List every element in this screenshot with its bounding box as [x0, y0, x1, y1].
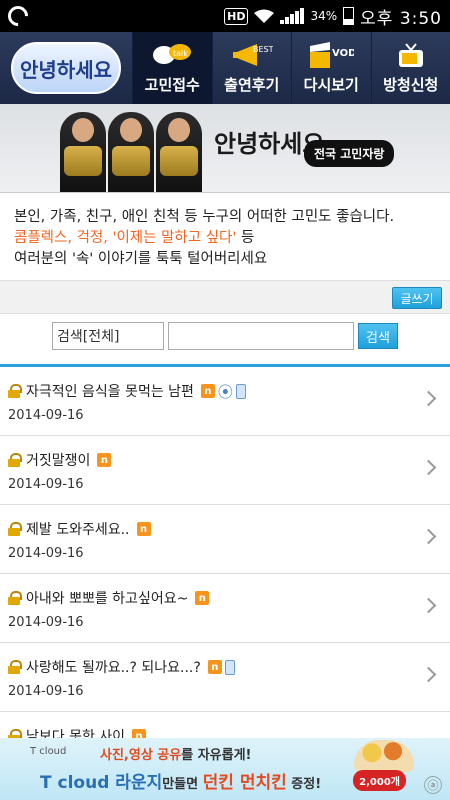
list-item[interactable]: 사랑해도 될까요..? 되나요...? n 2014-09-16 — [0, 643, 450, 712]
wifi-icon — [254, 9, 275, 23]
new-badge: n — [136, 522, 151, 536]
post-list: 자극적인 음식을 못먹는 남편 n ⦿ 2014-09-16 거짓말쟁이 n 2… — [0, 367, 450, 747]
post-title: 제발 도와주세요.. — [26, 522, 130, 538]
intro-line-2-rest: 등 — [236, 230, 255, 246]
tv-icon — [396, 42, 426, 70]
ad-headline: 사진,영상 공유를 자유롭게! — [100, 748, 252, 763]
top-nav: 안녕하세요 talk 고민접수 BEST 출연후기 VOD 다시보기 방청신청 — [0, 32, 450, 104]
post-title: 거짓말쟁이 — [26, 453, 91, 469]
svg-text:talk: talk — [173, 49, 188, 58]
ad-offer: T cloud 라운지만들면 던킨 먼치킨 증정! — [40, 773, 322, 793]
tab-audience[interactable]: 방청신청 — [370, 32, 450, 104]
megaphone-icon: BEST — [231, 42, 273, 70]
post-date: 2014-09-16 — [8, 546, 84, 561]
post-date: 2014-09-16 — [8, 408, 84, 423]
ad-banner[interactable]: T cloud 사진,영상 공유를 자유롭게! T cloud 라운지만들면 던… — [0, 738, 450, 800]
write-button[interactable]: 글쓰기 — [392, 287, 442, 309]
signal-icon — [280, 8, 305, 24]
search-input[interactable] — [168, 322, 354, 350]
intro-line-1: 본인, 가족, 친구, 애인 친척 등 누구의 어떠한 고민도 좋습니다. — [14, 209, 395, 225]
post-date: 2014-09-16 — [8, 684, 84, 699]
new-badge: n — [200, 384, 215, 398]
lock-icon — [8, 453, 22, 467]
donut-image — [354, 740, 414, 772]
new-badge: n — [207, 660, 222, 674]
status-bar: HD 34% 오후 3:50 — [0, 0, 450, 32]
tab-replay-label: 다시보기 — [303, 75, 359, 94]
tab-audience-label: 방청신청 — [383, 75, 439, 94]
post-date: 2014-09-16 — [8, 615, 84, 630]
svg-text:VOD: VOD — [332, 48, 354, 59]
tab-reviews-label: 출연후기 — [224, 75, 280, 94]
intro-line-3: 여러분의 '속' 이야기를 툭툭 털어버리세요 — [14, 251, 268, 267]
post-title: 자극적인 음식을 못먹는 남편 — [26, 384, 194, 400]
battery-icon — [343, 7, 355, 25]
logo-container[interactable]: 안녕하세요 — [0, 32, 132, 104]
clock: 오후 3:50 — [360, 8, 442, 29]
list-item[interactable]: 제발 도와주세요.. n 2014-09-16 — [0, 505, 450, 574]
show-logo: 안녕하세요 — [11, 42, 121, 94]
list-item[interactable]: 거짓말쟁이 n 2014-09-16 — [0, 436, 450, 505]
intro-highlight: 콤플렉스, 걱정, '이제는 말하고 싶다' — [14, 230, 237, 246]
mobile-icon — [224, 659, 235, 675]
tab-consult-label: 고민접수 — [144, 75, 200, 94]
lock-icon — [8, 660, 22, 674]
search-button[interactable]: 검색 — [358, 323, 398, 349]
lock-icon — [8, 522, 22, 536]
hd-indicator: HD — [224, 7, 249, 25]
talk-bubble-icon: talk — [151, 42, 193, 70]
new-badge: n — [97, 453, 112, 467]
tab-reviews[interactable]: BEST 출연후기 — [211, 32, 292, 104]
intro-text: 본인, 가족, 친구, 애인 친척 등 누구의 어떠한 고민도 좋습니다. 콤플… — [0, 192, 450, 280]
carrier-logo-icon — [3, 1, 33, 31]
lock-icon — [8, 384, 22, 398]
mobile-icon — [235, 383, 246, 399]
ad-brand: T cloud — [30, 746, 67, 757]
banner-subtitle: 전국 고민자랑 — [304, 140, 395, 167]
list-item[interactable]: 아내와 뽀뽀를 하고싶어요~ n 2014-09-16 — [0, 574, 450, 643]
write-bar: 글쓰기 — [0, 280, 450, 314]
tab-consult[interactable]: talk 고민접수 — [132, 32, 212, 104]
lock-icon — [8, 591, 22, 605]
tab-replay[interactable]: VOD 다시보기 — [291, 32, 371, 104]
post-title: 아내와 뽀뽀를 하고싶어요~ — [26, 591, 189, 607]
search-bar: 검색[전체] 검색 — [0, 316, 450, 356]
intro-line-2: 콤플렉스, 걱정, '이제는 말하고 싶다' 등 — [14, 228, 450, 249]
show-banner: 안녕하세요 전국 고민자랑 — [0, 104, 450, 192]
new-badge: n — [195, 591, 210, 605]
svg-text:BEST: BEST — [253, 45, 273, 54]
hosts-image — [60, 104, 210, 192]
list-item[interactable]: 자극적인 음식을 못먹는 남편 n ⦿ 2014-09-16 — [0, 367, 450, 436]
post-date: 2014-09-16 — [8, 477, 84, 492]
search-scope-select[interactable]: 검색[전체] — [52, 322, 164, 350]
post-title: 사랑해도 될까요..? 되나요...? — [26, 660, 201, 676]
battery-percent: 34% — [310, 9, 338, 23]
ad-close-icon[interactable]: ⓐ — [424, 776, 442, 794]
attachment-icon: ⦿ — [217, 382, 233, 401]
clapperboard-icon: VOD — [308, 41, 354, 70]
ad-count-badge: 2,000개 — [353, 770, 406, 791]
